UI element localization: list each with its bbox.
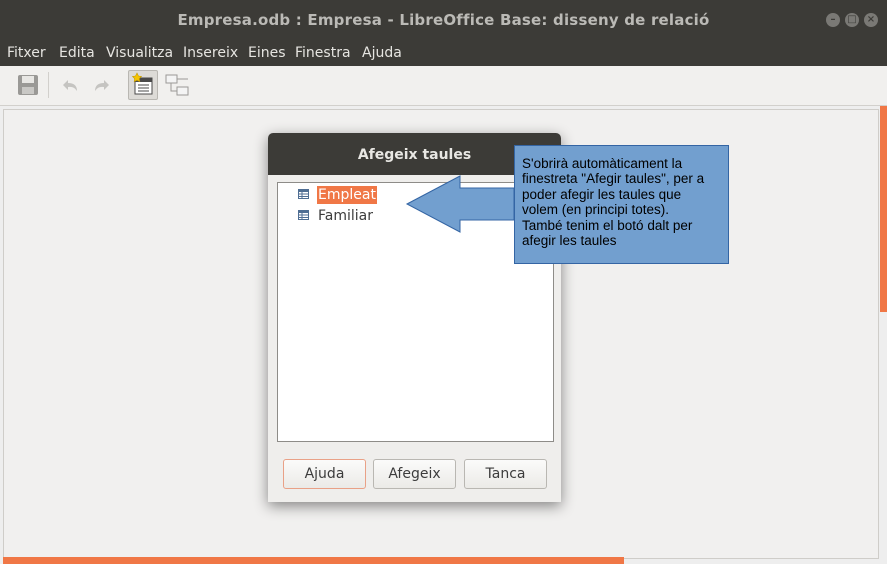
- callout-arrow: [405, 175, 515, 233]
- callout-note: S'obrirà automàticament la finestreta "A…: [514, 145, 729, 264]
- callout-text: S'obrirà automàticament la finestreta "A…: [522, 156, 705, 249]
